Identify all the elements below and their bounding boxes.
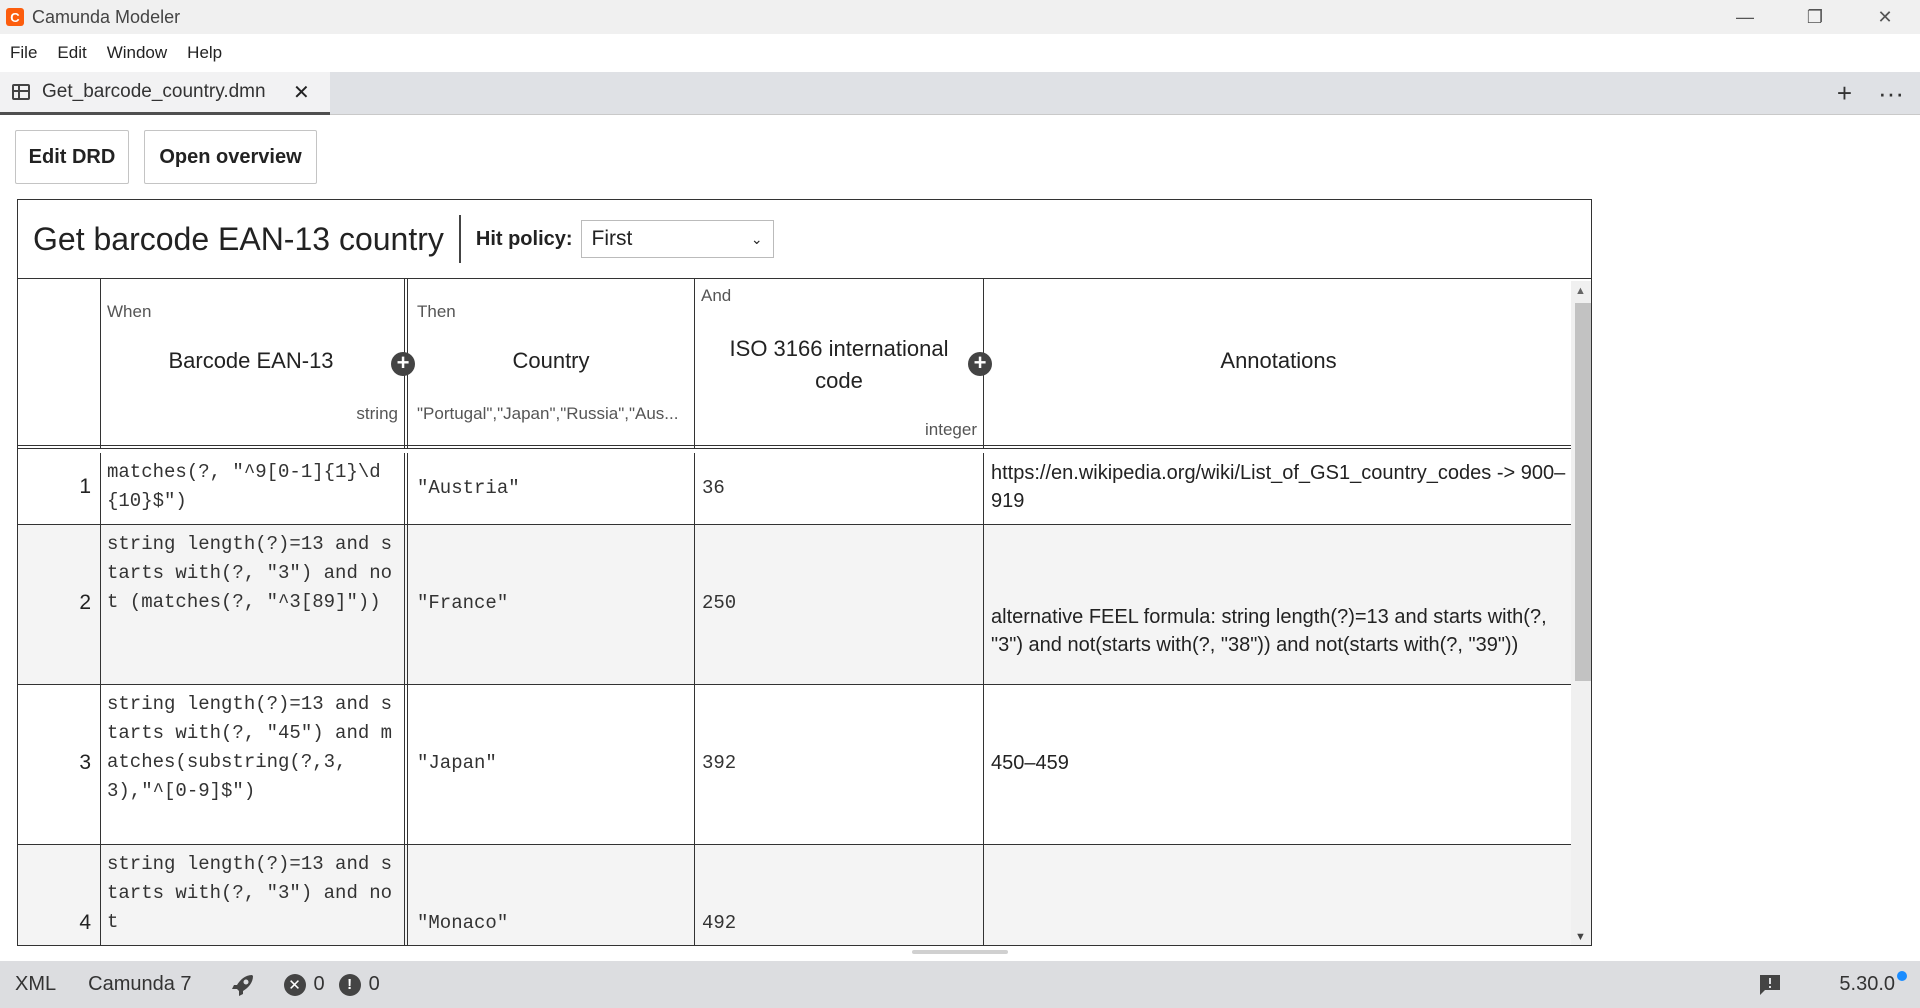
menu-edit[interactable]: Edit xyxy=(57,43,86,63)
iso-code-label: ISO 3166 international code xyxy=(729,336,949,393)
close-window-button[interactable]: ✕ xyxy=(1850,0,1920,34)
iso-code-type: integer xyxy=(925,420,977,439)
input-entry-cell[interactable]: string length(?)=13 and starts with(?, "… xyxy=(101,845,408,945)
decision-table: Get barcode EAN-13 country Hit policy: F… xyxy=(17,199,1592,946)
tab-label: Get_barcode_country.dmn xyxy=(42,81,266,102)
country-entry-cell[interactable]: "Monaco" xyxy=(408,845,695,945)
country-label: Country xyxy=(512,348,590,373)
table-row: 1 matches(?, "^9[0-1]{1}\d{10}$") "Austr… xyxy=(18,453,1573,525)
more-options-icon[interactable]: ··· xyxy=(1878,78,1904,109)
then-label: Then xyxy=(417,302,456,321)
country-column-header[interactable]: Then Country "Portugal","Japan","Russia"… xyxy=(408,279,695,449)
country-entry-cell[interactable]: "France" xyxy=(408,525,695,685)
feedback-icon[interactable] xyxy=(1758,973,1782,997)
tab-close-icon[interactable]: ✕ xyxy=(293,80,310,105)
header-divider xyxy=(458,215,461,263)
add-tab-icon[interactable]: + xyxy=(1837,78,1852,109)
warning-icon: ! xyxy=(338,973,361,996)
restore-button[interactable]: ❐ xyxy=(1780,0,1850,34)
rule-index-cell xyxy=(18,525,101,685)
error-count: 0 xyxy=(313,973,325,995)
input-type: string xyxy=(356,404,398,423)
menu-bar: File Edit Window Help xyxy=(0,34,1920,72)
menu-file[interactable]: File xyxy=(10,43,37,63)
and-label: And xyxy=(701,286,732,305)
input-entry-cell[interactable]: string length(?)=13 and starts with(?, "… xyxy=(101,685,408,845)
rocket-icon[interactable] xyxy=(230,972,256,998)
table-row: 4 string length(?)=13 and starts with(?,… xyxy=(18,845,1573,945)
index-header-cell xyxy=(18,279,101,449)
annotation-cell[interactable]: 450–459 xyxy=(984,685,1573,845)
menu-help[interactable]: Help xyxy=(187,43,222,63)
when-label: When xyxy=(107,302,152,321)
decision-header: Get barcode EAN-13 country Hit policy: F… xyxy=(18,200,1591,279)
open-overview-button[interactable]: Open overview xyxy=(144,130,317,184)
table-row: 2 string length(?)=13 and starts with(?,… xyxy=(18,525,1573,685)
vertical-scrollbar[interactable]: ▲ ▼ xyxy=(1571,281,1591,945)
code-entry-cell[interactable]: 250 xyxy=(695,525,984,685)
engine-profile-button[interactable]: Camunda 7 xyxy=(88,973,191,996)
table-icon xyxy=(12,84,30,100)
scroll-down-icon[interactable]: ▼ xyxy=(1575,931,1586,943)
error-icon: ✕ xyxy=(283,973,306,996)
problems-button[interactable]: ✕ 0 ! 0 xyxy=(283,973,380,996)
annotations-label: Annotations xyxy=(1220,348,1337,373)
code-entry-cell[interactable]: 392 xyxy=(695,685,984,845)
input-label: Barcode EAN-13 xyxy=(168,348,334,373)
code-entry-cell[interactable]: 36 xyxy=(695,453,984,525)
window-controls: — ❐ ✕ xyxy=(1710,0,1920,34)
tab-bar: Get_barcode_country.dmn ✕ + ··· xyxy=(0,72,1920,115)
annotation-cell[interactable]: alternative FEEL formula: string length(… xyxy=(984,525,1573,685)
table-row: 3 string length(?)=13 and starts with(?,… xyxy=(18,685,1573,845)
scrollbar-thumb[interactable] xyxy=(1575,303,1591,681)
title-bar: C Camunda Modeler — ❐ ✕ xyxy=(0,0,1920,34)
panel-resize-handle[interactable] xyxy=(912,950,1008,954)
input-column-header[interactable]: When Barcode EAN-13 string xyxy=(101,279,408,449)
update-indicator xyxy=(1897,971,1907,981)
minimize-button[interactable]: — xyxy=(1710,0,1780,34)
window-title: Camunda Modeler xyxy=(32,6,181,27)
tab-file[interactable]: Get_barcode_country.dmn ✕ xyxy=(0,72,330,115)
menu-window[interactable]: Window xyxy=(107,43,167,63)
tab-actions: + ··· xyxy=(1837,72,1904,115)
hit-policy-label: Hit policy: xyxy=(475,227,573,250)
annotation-cell[interactable] xyxy=(984,845,1573,945)
hit-policy-value: First xyxy=(591,227,633,250)
annotation-cell[interactable]: https://en.wikipedia.org/wiki/List_of_GS… xyxy=(984,453,1573,525)
camunda-icon: C xyxy=(6,8,24,26)
xml-view-button[interactable]: XML xyxy=(15,973,56,996)
warning-count: 0 xyxy=(368,973,380,995)
status-bar: XML Camunda 7 ✕ 0 ! 0 5.30.0 xyxy=(0,961,1920,1008)
scroll-up-icon[interactable]: ▲ xyxy=(1575,285,1586,297)
input-entry-cell[interactable]: string length(?)=13 and starts with(?, "… xyxy=(101,525,408,685)
version-label[interactable]: 5.30.0 xyxy=(1839,973,1895,996)
code-entry-cell[interactable]: 492 xyxy=(695,845,984,945)
rule-index-cell xyxy=(18,453,101,525)
country-type: "Portugal","Japan","Russia","Aus... xyxy=(417,404,679,423)
rule-index-cell xyxy=(18,845,101,945)
rule-index-cell xyxy=(18,685,101,845)
annotations-column-header: Annotations xyxy=(984,279,1573,449)
iso-code-column-header[interactable]: And ISO 3166 international code integer xyxy=(695,279,984,449)
hit-policy-select[interactable]: First ⌄ xyxy=(580,220,774,258)
columns-header-row: When Barcode EAN-13 string + Then Countr… xyxy=(18,279,1573,449)
decision-name[interactable]: Get barcode EAN-13 country xyxy=(33,221,444,258)
country-entry-cell[interactable]: "Austria" xyxy=(408,453,695,525)
chevron-down-icon: ⌄ xyxy=(750,230,763,247)
edit-drd-button[interactable]: Edit DRD xyxy=(15,130,129,184)
input-entry-cell[interactable]: matches(?, "^9[0-1]{1}\d{10}$") xyxy=(101,453,408,525)
country-entry-cell[interactable]: "Japan" xyxy=(408,685,695,845)
